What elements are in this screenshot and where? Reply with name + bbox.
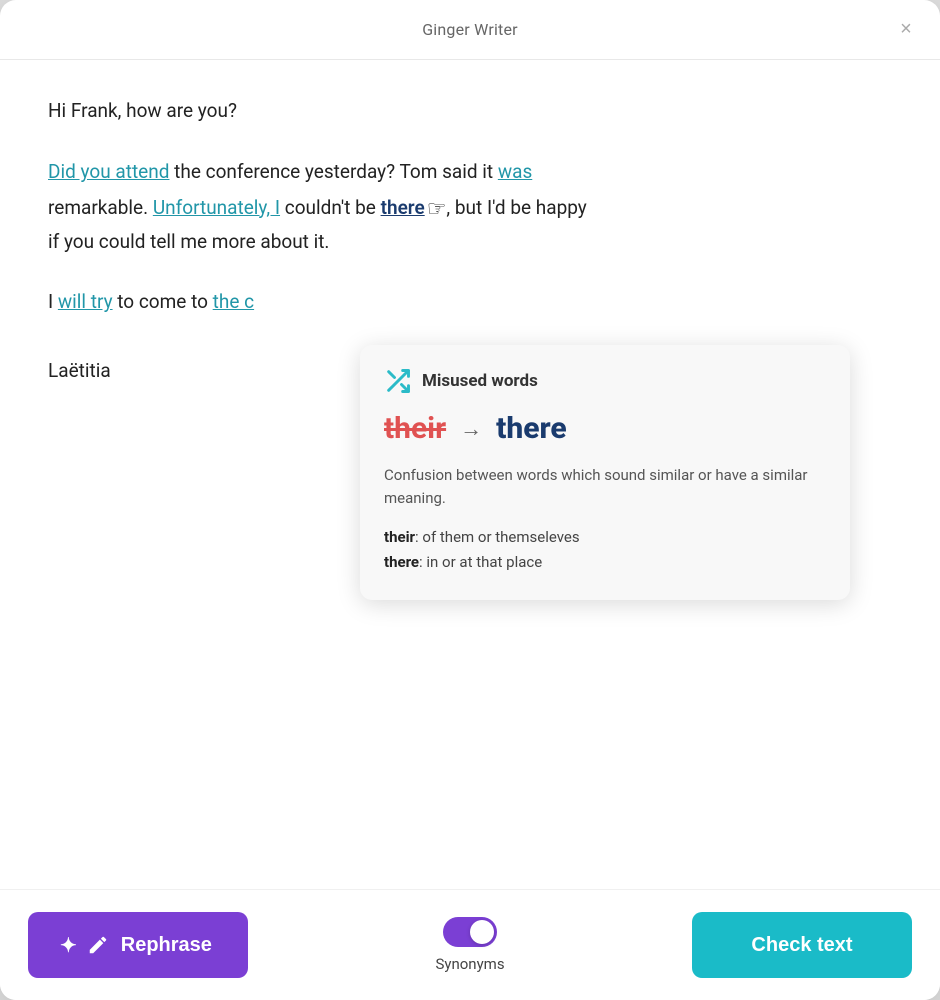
rephrase-button[interactable]: ✦︎ Rephrase: [28, 912, 248, 978]
greeting-text: Hi Frank, how are you?: [48, 96, 892, 126]
wrong-word: their: [384, 411, 446, 446]
pen-icon: [87, 934, 109, 956]
content-area: Hi Frank, how are you? Did you attend th…: [0, 60, 940, 889]
title-bar: Ginger Writer ×: [0, 0, 940, 60]
arrow-icon: →: [460, 416, 482, 442]
synonyms-label: Synonyms: [435, 955, 504, 973]
synonyms-toggle-area: Synonyms: [435, 917, 504, 973]
check-text-button[interactable]: Check text: [692, 912, 912, 978]
second-paragraph: I will try to come to the c: [48, 286, 892, 318]
text-to-come: to come to: [117, 290, 212, 313]
text-segment-4: , but I'd be happy: [446, 196, 586, 219]
def-there: there: in or at that place: [384, 550, 822, 576]
rephrase-label: Rephrase: [121, 934, 212, 957]
app-title: Ginger Writer: [422, 20, 518, 39]
bottom-bar: ✦︎ Rephrase Synonyms Check text: [0, 889, 940, 1000]
link-unfortunately[interactable]: Unfortunately, I: [153, 196, 280, 219]
close-button[interactable]: ×: [892, 16, 920, 44]
main-paragraph: Did you attend the conference yesterday?…: [48, 156, 892, 258]
synonyms-toggle[interactable]: [443, 917, 497, 947]
toggle-knob: [470, 920, 494, 944]
correct-word: there: [496, 411, 567, 446]
link-will-try[interactable]: will try: [58, 290, 113, 313]
text-segment-5: if you could tell me more about it.: [48, 230, 329, 253]
def-text-their: of them or themseleves: [422, 528, 579, 546]
link-was[interactable]: was: [498, 160, 532, 183]
misused-words-icon: [384, 367, 412, 395]
word-there-highlight[interactable]: there: [381, 196, 425, 219]
def-word-there: there: [384, 553, 419, 571]
app-window: Ginger Writer × Hi Frank, how are you? D…: [0, 0, 940, 1000]
correction-row: their → there: [384, 411, 822, 446]
text-segment-2: remarkable.: [48, 196, 153, 219]
text-segment-1: the conference yesterday? Tom said it: [174, 160, 498, 183]
def-their: their: of them or themseleves: [384, 525, 822, 551]
link-did-you-attend[interactable]: Did you attend: [48, 160, 169, 183]
text-i: I: [48, 290, 58, 313]
text-segment-3: couldn't be: [285, 196, 381, 219]
def-text-there: in or at that place: [426, 553, 542, 571]
tooltip-definitions: their: of them or themseleves there: in …: [384, 525, 822, 576]
tooltip-header: Misused words: [384, 367, 822, 395]
cursor-hand-icon: ☞: [427, 191, 447, 228]
tooltip-title: Misused words: [422, 371, 538, 391]
tooltip-popup: Misused words their → there Confusion be…: [360, 345, 850, 600]
tooltip-description: Confusion between words which sound simi…: [384, 464, 822, 511]
link-the-c[interactable]: the c: [213, 290, 254, 313]
rephrase-icon: ✦︎: [60, 933, 77, 958]
def-word-their: their: [384, 528, 415, 546]
